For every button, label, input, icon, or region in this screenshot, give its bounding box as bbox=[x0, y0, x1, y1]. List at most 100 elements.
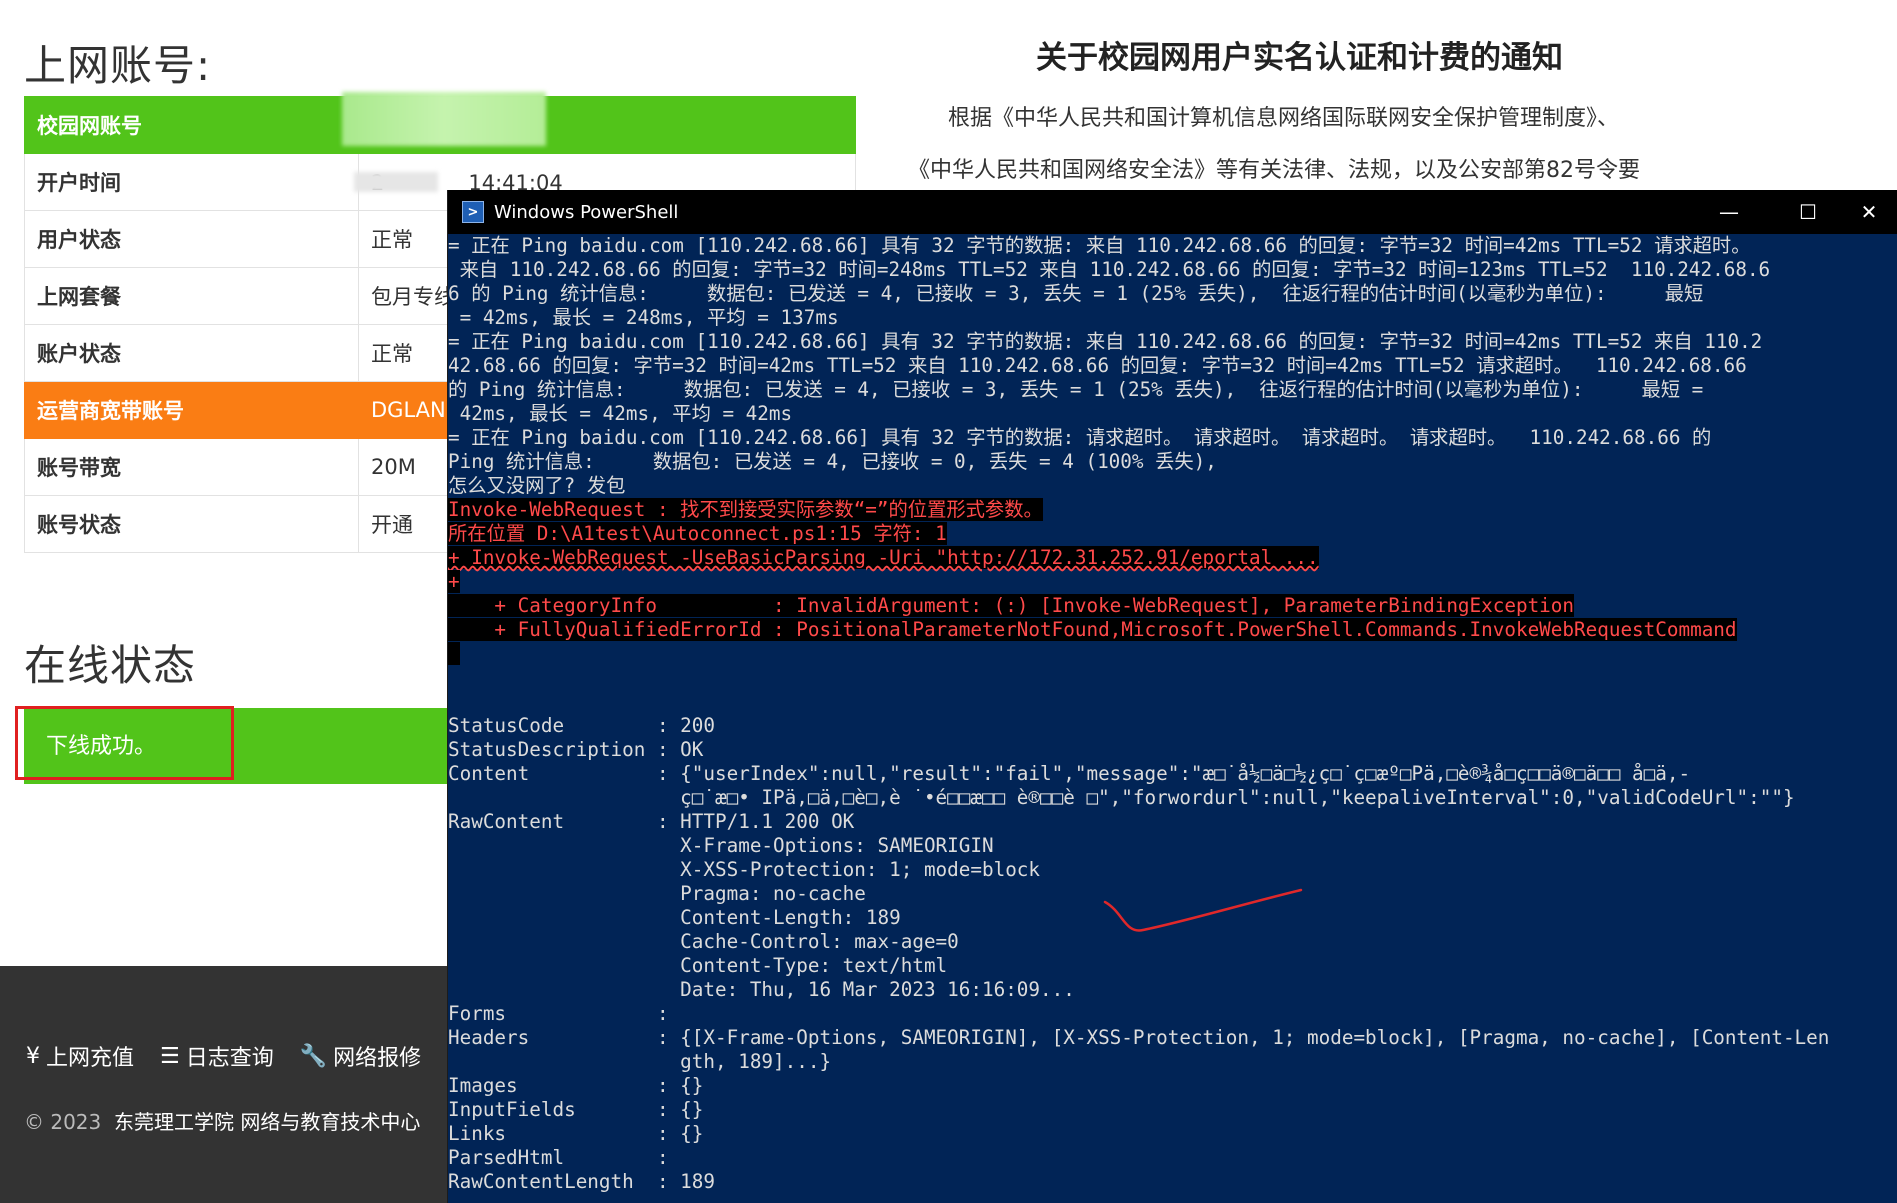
console-line-text: Headers : {[X-Frame-Options, SAMEORIGIN]… bbox=[448, 1026, 1830, 1049]
console-line: gth, 189]...} bbox=[448, 1050, 1897, 1074]
footer-links: ¥ 上网充值 ☰ 日志查询 🔧 网络报修 bbox=[26, 1040, 421, 1072]
account-row-key: 开户时间 bbox=[24, 153, 359, 211]
console-line bbox=[448, 642, 1897, 666]
account-row-key: 账号状态 bbox=[24, 495, 359, 553]
account-row-key: 运营商宽带账号 bbox=[24, 381, 359, 439]
console-line-text: Content : {"userIndex":null,"result":"fa… bbox=[448, 762, 1691, 785]
console-line: Headers : {[X-Frame-Options, SAMEORIGIN]… bbox=[448, 1026, 1897, 1050]
console-line: X-Frame-Options: SAMEORIGIN bbox=[448, 834, 1897, 858]
console-line-text: 42.68.66 的回复: 字节=32 时间=42ms TTL=52 来自 11… bbox=[448, 354, 1747, 377]
list-icon: ☰ bbox=[160, 1043, 180, 1069]
console-output[interactable]: = 正在 Ping baidu.com [110.242.68.66] 具有 3… bbox=[448, 234, 1897, 1203]
console-line: StatusDescription : OK bbox=[448, 738, 1897, 762]
console-line-text: + Invoke-WebRequest -UseBasicParsing -Ur… bbox=[448, 546, 1319, 569]
account-row-key: 账户状态 bbox=[24, 324, 359, 382]
console-line-text: RawContentLength : 189 bbox=[448, 1170, 715, 1193]
console-line-text: Content-Type: text/html bbox=[448, 954, 948, 977]
console-line-text: 所在位置 D:\A1test\Autoconnect.ps1:15 字符: 1 bbox=[448, 522, 947, 545]
console-line: + bbox=[448, 570, 1897, 594]
footer-link-1[interactable]: ¥ 上网充值 bbox=[26, 1040, 134, 1072]
copyright-prefix: © 2023 bbox=[24, 1110, 102, 1134]
console-line-text: Forms : bbox=[448, 1002, 669, 1025]
redacted-open-date bbox=[354, 172, 438, 192]
account-row-key: 账号带宽 bbox=[24, 438, 359, 496]
console-line-text: Cache-Control: max-age=0 bbox=[448, 930, 959, 953]
console-line: StatusCode : 200 bbox=[448, 714, 1897, 738]
console-line: Content : {"userIndex":null,"result":"fa… bbox=[448, 762, 1897, 786]
powershell-titlebar[interactable]: > Windows PowerShell — ☐ ✕ bbox=[448, 190, 1897, 234]
footer-link-label: 日志查询 bbox=[185, 1046, 274, 1071]
console-line: 所在位置 D:\A1test\Autoconnect.ps1:15 字符: 1 bbox=[448, 522, 1897, 546]
console-line: ç□˙æ□• IPä,□ä,□è□,è ˙•é□□æ□□ è®□□è □","f… bbox=[448, 786, 1897, 810]
console-line-text: = 42ms, 最长 = 248ms, 平均 = 137ms bbox=[448, 306, 839, 329]
console-line: InputFields : {} bbox=[448, 1098, 1897, 1122]
console-line-text: StatusDescription : OK bbox=[448, 738, 704, 761]
console-line-text: RawContent : HTTP/1.1 200 OK bbox=[448, 810, 855, 833]
copyright-org: 东莞理工学院 网络与教育技术中心 bbox=[113, 1110, 421, 1134]
console-line: Content-Type: text/html bbox=[448, 954, 1897, 978]
yen-icon: ¥ bbox=[26, 1043, 40, 1069]
console-line-text: Date: Thu, 16 Mar 2023 16:16:09... bbox=[448, 978, 1075, 1001]
maximize-button[interactable]: ☐ bbox=[1779, 190, 1837, 234]
account-row-key: 用户状态 bbox=[24, 210, 359, 268]
account-row-key: 校园网账号 bbox=[24, 96, 359, 154]
pen-annotation-stroke bbox=[1103, 888, 1303, 932]
powershell-icon: > bbox=[462, 201, 484, 223]
console-line: 42.68.66 的回复: 字节=32 时间=42ms TTL=52 来自 11… bbox=[448, 354, 1897, 378]
console-line-text: Images : {} bbox=[448, 1074, 704, 1097]
wrench-icon: 🔧 bbox=[299, 1043, 328, 1069]
notice-title: 关于校园网用户实名认证和计费的通知 bbox=[1036, 40, 1563, 76]
console-line-text: InputFields : {} bbox=[448, 1098, 704, 1121]
console-line-text: 6 的 Ping 统计信息: 数据包: 已发送 = 4, 已接收 = 3, 丢失… bbox=[448, 282, 1704, 305]
console-line-text: 42ms, 最长 = 42ms, 平均 = 42ms bbox=[448, 402, 793, 425]
footer-link-label: 网络报修 bbox=[333, 1046, 422, 1071]
online-section-title: 在线状态 bbox=[24, 641, 197, 690]
console-line: + Invoke-WebRequest -UseBasicParsing -Ur… bbox=[448, 546, 1897, 570]
console-line: Images : {} bbox=[448, 1074, 1897, 1098]
console-line: Ping 统计信息: 数据包: 已发送 = 4, 已接收 = 0, 丢失 = 4… bbox=[448, 450, 1897, 474]
footer bbox=[0, 966, 460, 1203]
console-line-text: Ping 统计信息: 数据包: 已发送 = 4, 已接收 = 0, 丢失 = 4… bbox=[448, 450, 1217, 473]
console-line-text: gth, 189]...} bbox=[448, 1050, 832, 1073]
console-line-text: + CategoryInfo : InvalidArgument: (:) [I… bbox=[448, 594, 1575, 617]
console-line-text: Invoke-WebRequest : 找不到接受实际参数“=”的位置形式参数。 bbox=[448, 498, 1043, 521]
console-line: Date: Thu, 16 Mar 2023 16:16:09... bbox=[448, 978, 1897, 1002]
console-line: ParsedHtml : bbox=[448, 1146, 1897, 1170]
redacted-account-number bbox=[342, 92, 546, 146]
footer-link-3[interactable]: 🔧 网络报修 bbox=[300, 1040, 421, 1072]
console-line-text: Content-Length: 189 bbox=[448, 906, 901, 929]
console-line: X-XSS-Protection: 1; mode=block bbox=[448, 858, 1897, 882]
console-line-text: = 正在 Ping baidu.com [110.242.68.66] 具有 3… bbox=[448, 330, 1763, 353]
console-line-text: ParsedHtml : bbox=[448, 1146, 669, 1169]
console-line-text: + bbox=[448, 570, 460, 593]
console-line: = 42ms, 最长 = 248ms, 平均 = 137ms bbox=[448, 306, 1897, 330]
console-line: = 正在 Ping baidu.com [110.242.68.66] 具有 3… bbox=[448, 330, 1897, 354]
footer-copyright: © 2023 东莞理工学院 网络与教育技术中心 bbox=[24, 1106, 420, 1135]
console-line: 怎么又没网了? 发包 bbox=[448, 474, 1897, 498]
footer-link-label: 上网充值 bbox=[46, 1046, 135, 1071]
console-line-text: = 正在 Ping baidu.com [110.242.68.66] 具有 3… bbox=[448, 426, 1712, 449]
console-line: + FullyQualifiedErrorId : PositionalPara… bbox=[448, 618, 1897, 642]
console-line-text: X-Frame-Options: SAMEORIGIN bbox=[448, 834, 994, 857]
console-line-text: = 正在 Ping baidu.com [110.242.68.66] 具有 3… bbox=[448, 234, 1751, 257]
powershell-window[interactable]: > Windows PowerShell — ☐ ✕ = 正在 Ping bai… bbox=[447, 190, 1897, 1203]
console-line: + CategoryInfo : InvalidArgument: (:) [I… bbox=[448, 594, 1897, 618]
close-button[interactable]: ✕ bbox=[1840, 190, 1897, 234]
console-line: 来自 110.242.68.66 的回复: 字节=32 时间=248ms TTL… bbox=[448, 258, 1897, 282]
window-title: Windows PowerShell bbox=[494, 201, 679, 223]
minimize-button[interactable]: — bbox=[1700, 190, 1758, 234]
footer-link-2[interactable]: ☰ 日志查询 bbox=[160, 1040, 274, 1072]
console-line: 的 Ping 统计信息: 数据包: 已发送 = 4, 已接收 = 3, 丢失 =… bbox=[448, 378, 1897, 402]
console-line-text: X-XSS-Protection: 1; mode=block bbox=[448, 858, 1041, 881]
console-line-text: Pragma: no-cache bbox=[448, 882, 866, 905]
console-line-text: + FullyQualifiedErrorId : PositionalPara… bbox=[448, 618, 1737, 641]
console-line: Forms : bbox=[448, 1002, 1897, 1026]
console-line-text: 来自 110.242.68.66 的回复: 字节=32 时间=248ms TTL… bbox=[448, 258, 1771, 281]
console-line: RawContentLength : 189 bbox=[448, 1170, 1897, 1194]
highlight-annotation-box bbox=[15, 706, 234, 780]
account-row-key: 上网套餐 bbox=[24, 267, 359, 325]
console-line-text: 怎么又没网了? 发包 bbox=[448, 474, 626, 497]
console-line: RawContent : HTTP/1.1 200 OK bbox=[448, 810, 1897, 834]
console-line: = 正在 Ping baidu.com [110.242.68.66] 具有 3… bbox=[448, 234, 1897, 258]
